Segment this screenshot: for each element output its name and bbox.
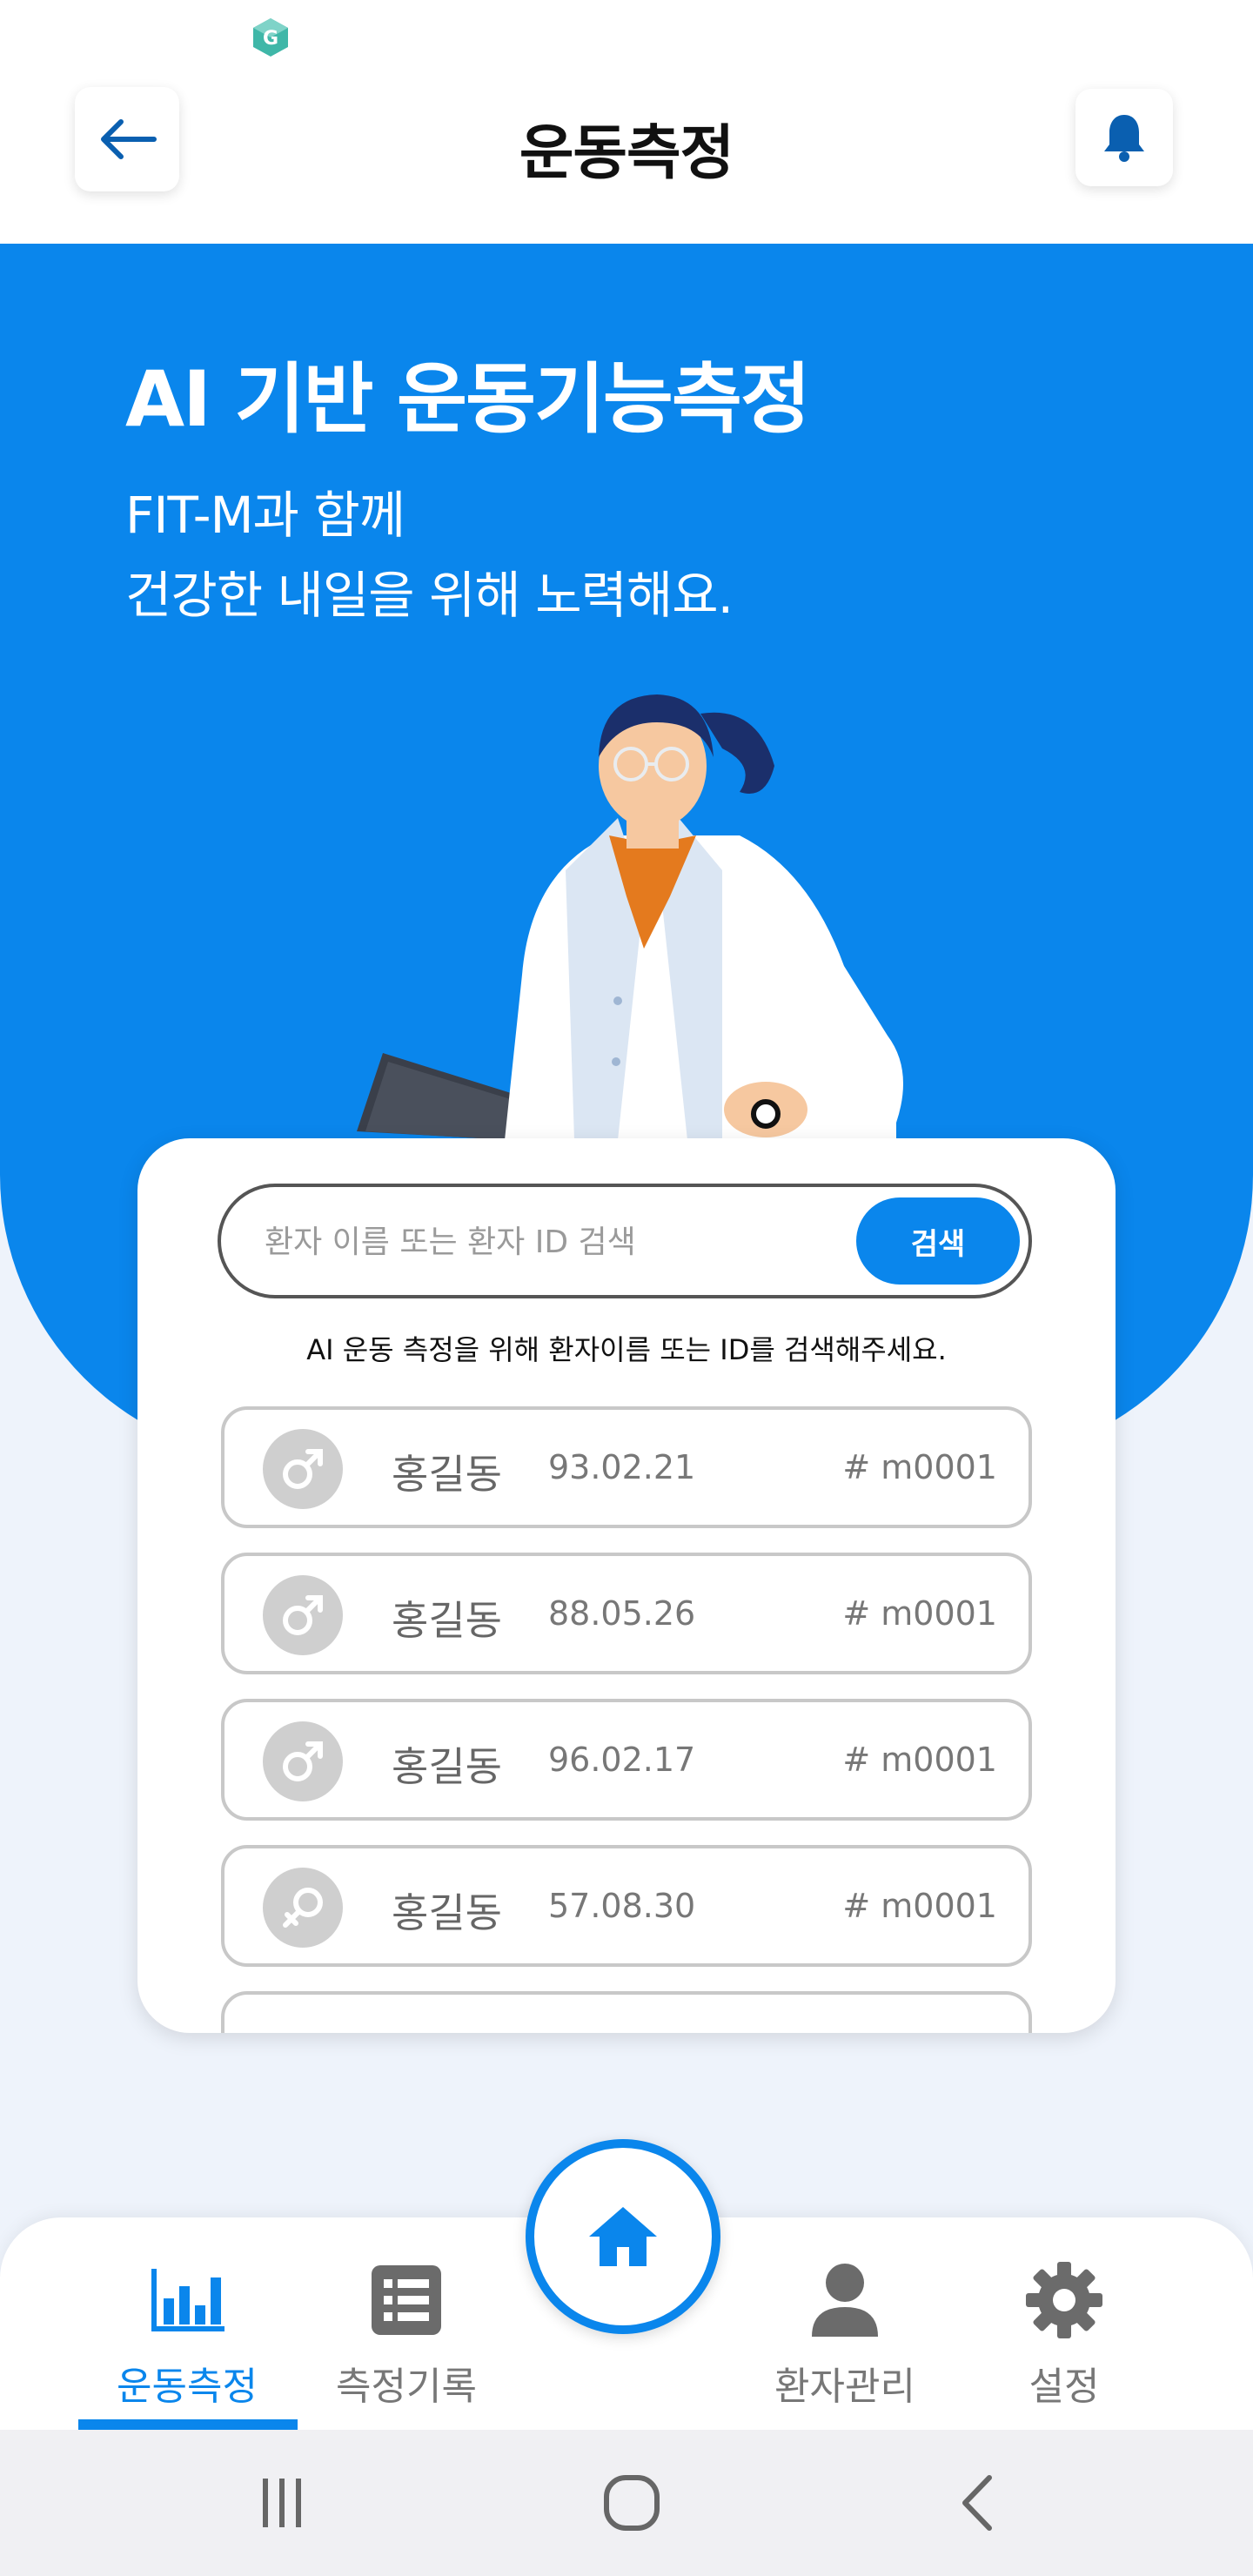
search-button[interactable]: 검색 xyxy=(856,1197,1020,1285)
female-icon xyxy=(263,1868,343,1948)
bell-icon xyxy=(1104,115,1144,162)
app-header: 운동측정 xyxy=(0,70,1253,244)
system-navigation-bar xyxy=(0,2430,1253,2576)
male-icon xyxy=(263,1429,343,1509)
patient-dob: 88.05.26 xyxy=(548,1594,696,1633)
patient-search-input[interactable] xyxy=(263,1204,823,1279)
patient-id: # m0001 xyxy=(842,1887,997,1925)
nav-label: 측정기록 xyxy=(336,2365,477,2409)
search-hint: AI 운동 측정을 위해 환자이름 또는 ID를 검색해주세요. xyxy=(306,1333,947,1366)
person-icon xyxy=(812,2264,878,2337)
hero-subtitle: FIT-M과 함께 건강한 내일을 위해 노력해요. xyxy=(125,475,734,635)
app-logo-icon: G xyxy=(253,18,288,57)
recent-apps-button[interactable] xyxy=(230,2468,334,2538)
gear-icon xyxy=(1026,2262,1102,2338)
doctor-illustration xyxy=(357,694,903,1140)
patient-dob: 96.02.17 xyxy=(548,1741,696,1779)
male-icon xyxy=(263,1721,343,1801)
circle-home-icon xyxy=(604,2475,660,2531)
nav-settings[interactable]: 설정 xyxy=(955,2261,1173,2430)
patient-row[interactable]: 홍길동 96.02.17 # m0001 xyxy=(221,1699,1032,1821)
hero-subtitle-line1: FIT-M과 함께 xyxy=(125,486,405,545)
svg-text:G: G xyxy=(263,28,278,50)
list-icon xyxy=(372,2265,441,2335)
status-bar: G xyxy=(0,0,1253,70)
patient-row[interactable]: 홍길동 93.02.21 # m0001 xyxy=(221,1406,1032,1528)
notification-button[interactable] xyxy=(1075,89,1173,186)
patient-id: # m0001 xyxy=(842,1448,997,1486)
patient-name: 홍길동 xyxy=(392,1597,502,1644)
patient-name: 홍길동 xyxy=(392,1451,502,1498)
search-box: 검색 xyxy=(218,1184,1032,1298)
active-tab-indicator xyxy=(78,2419,298,2430)
nav-label: 환자관리 xyxy=(774,2365,915,2409)
patient-row[interactable]: 홍길동 57.08.30 # m0001 xyxy=(221,1845,1032,1967)
recent-apps-icon xyxy=(263,2479,301,2527)
nav-measure-history[interactable]: 측정기록 xyxy=(298,2261,515,2430)
nav-exercise-measure[interactable]: 운동측정 xyxy=(78,2261,296,2430)
patient-row-partial[interactable] xyxy=(221,1991,1032,2033)
bar-chart-icon xyxy=(151,2269,224,2331)
patient-row[interactable]: 홍길동 88.05.26 # m0001 xyxy=(221,1553,1032,1674)
hero-title: AI 기반 운동기능측정 xyxy=(125,354,811,444)
home-icon xyxy=(589,2207,657,2266)
patient-name: 홍길동 xyxy=(392,1743,502,1790)
nav-label: 설정 xyxy=(1029,2365,1100,2409)
patient-name: 홍길동 xyxy=(392,1889,502,1936)
patient-dob: 57.08.30 xyxy=(548,1887,696,1925)
chevron-left-icon xyxy=(962,2475,992,2531)
home-button[interactable] xyxy=(526,2139,720,2334)
patient-id: # m0001 xyxy=(842,1741,997,1779)
patient-id: # m0001 xyxy=(842,1594,997,1633)
page-title: 운동측정 xyxy=(519,119,734,188)
patient-search-card: 검색 AI 운동 측정을 위해 환자이름 또는 ID를 검색해주세요. 홍길동 … xyxy=(137,1138,1116,2033)
nav-patient-management[interactable]: 환자관리 xyxy=(736,2261,954,2430)
system-home-button[interactable] xyxy=(580,2468,684,2538)
system-back-button[interactable] xyxy=(926,2468,1030,2538)
male-icon xyxy=(263,1575,343,1655)
patient-dob: 93.02.21 xyxy=(548,1448,696,1486)
nav-label: 운동측정 xyxy=(117,2365,258,2409)
hero-subtitle-line2: 건강한 내일을 위해 노력해요. xyxy=(125,566,734,625)
